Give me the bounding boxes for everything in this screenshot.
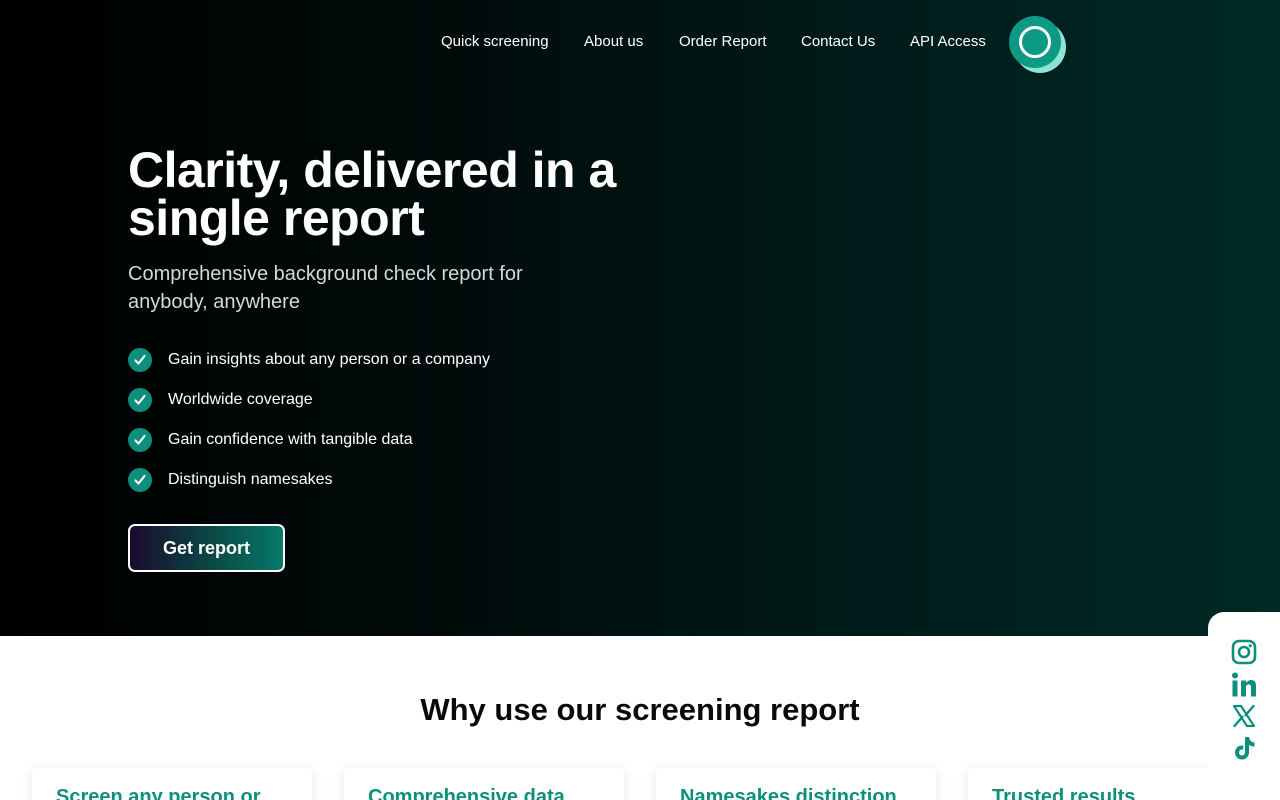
linkedin-icon[interactable] [1230,671,1258,699]
card-title: Comprehensive data [368,786,565,800]
feature-list: Gain insights about any person or a comp… [128,348,490,508]
nav-link-contact-us[interactable]: Contact Us [801,33,875,51]
check-icon [128,348,152,372]
nav-link-about-us[interactable]: About us [584,33,643,51]
hero-headline: Clarity, delivered in a single report [128,142,616,246]
hero-subheadline: Comprehensive background check report fo… [128,263,523,313]
feature-text: Gain confidence with tangible data [168,431,413,448]
feature-item: Distinguish namesakes [128,468,490,492]
feature-card: Comprehensive data [344,768,624,800]
get-report-button[interactable]: Get report [128,524,285,572]
instagram-icon[interactable] [1230,638,1258,666]
why-section-title: Why use our screening report [420,692,860,727]
feature-card: Screen any person or [32,768,312,800]
logo-icon[interactable] [1009,16,1067,74]
card-title: Trusted results [992,786,1136,800]
check-icon [128,388,152,412]
card-title: Namesakes distinction [680,786,897,800]
feature-text: Distinguish namesakes [168,471,333,488]
x-icon[interactable] [1230,702,1258,730]
hero-section: Quick screening About us Order Report Co… [0,0,1280,636]
nav-link-api-access[interactable]: API Access [910,33,986,51]
nav-link-quick-screening[interactable]: Quick screening [441,33,549,51]
feature-card: Trusted results [968,768,1248,800]
check-icon [128,428,152,452]
feature-text: Worldwide coverage [168,391,313,408]
check-icon [128,468,152,492]
feature-item: Worldwide coverage [128,388,490,412]
card-title: Screen any person or [56,786,261,800]
tiktok-icon[interactable] [1230,734,1258,762]
feature-card: Namesakes distinction [656,768,936,800]
feature-item: Gain insights about any person or a comp… [128,348,490,372]
feature-item: Gain confidence with tangible data [128,428,490,452]
social-links-panel [1208,612,1280,800]
nav-link-order-report[interactable]: Order Report [679,33,767,51]
feature-text: Gain insights about any person or a comp… [168,351,490,368]
top-navigation: Quick screening About us Order Report Co… [0,0,1280,84]
